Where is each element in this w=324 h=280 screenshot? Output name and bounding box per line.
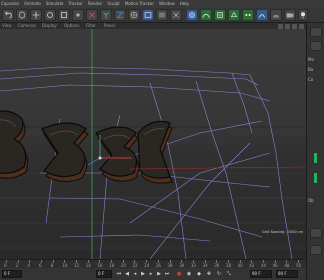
viewport-header: View Cameras Display Options Filter Pane… [0, 23, 306, 29]
rotation-key-icon[interactable]: ↻ [216, 271, 222, 277]
panel-tab-ba[interactable]: Ba [308, 67, 313, 72]
menu-simulate[interactable]: Simulate [46, 0, 64, 8]
floor-icon[interactable] [270, 9, 282, 21]
render-view-icon[interactable] [142, 9, 154, 21]
menu-render[interactable]: Render [88, 0, 102, 8]
position-key-icon[interactable]: ✥ [206, 271, 212, 277]
transport-bar: 0 F 0 F ⏮ ◀ ◂ ▶ ▸ ▶ ⏭ ● ◉ ◆ ✥ ↻ ⤡ 90 F 9… [0, 268, 306, 280]
play-icon[interactable]: ▶ [140, 271, 146, 277]
z-axis-icon[interactable] [114, 9, 126, 21]
light-icon[interactable] [298, 9, 308, 21]
keyframe-icon[interactable]: ◆ [196, 271, 202, 277]
right-manager-panel: Mo Ba Co Ob [306, 23, 324, 280]
menu-tracker[interactable]: Tracker [69, 0, 83, 8]
goto-end-icon[interactable]: ⏭ [164, 271, 170, 277]
end-frame-field[interactable]: 90 F [250, 270, 272, 278]
spline-pen-icon[interactable] [200, 9, 212, 21]
vp-menu-options[interactable]: Options [64, 23, 79, 29]
next-frame-icon[interactable]: ▸ [148, 271, 154, 277]
current-frame-field[interactable]: 0 F [96, 270, 112, 278]
menu-animate[interactable]: Animate [24, 0, 41, 8]
cube-icon[interactable] [16, 9, 28, 21]
panel-lock-icon[interactable] [310, 228, 322, 238]
menu-bar: Capsules Animate Simulate Tracker Render… [0, 0, 324, 8]
viewport-nav-icons [278, 23, 304, 29]
scale-icon[interactable] [58, 9, 70, 21]
menu-sculpt[interactable]: Sculpt [107, 0, 120, 8]
undo-icon[interactable] [2, 9, 14, 21]
timeline-ruler[interactable]: 0 2 4 6 8 10 12 14 16 18 20 22 24 26 28 30 32 34 36 38 40 42 4… [0, 259, 306, 268]
panel-object-icon[interactable] [310, 41, 322, 51]
record-icon[interactable]: ● [176, 271, 182, 277]
panel-settings-icon[interactable] [310, 245, 322, 255]
move-icon[interactable] [30, 9, 42, 21]
vp-menu-panel[interactable]: Panel [104, 23, 115, 29]
render-settings-icon[interactable] [170, 9, 182, 21]
panel-active-indicator-2 [314, 173, 317, 183]
main-toolbar [0, 8, 324, 23]
extrude-icon[interactable] [228, 9, 240, 21]
scale-key-icon[interactable]: ⤡ [226, 271, 232, 277]
end-frame-field-2[interactable]: 90 F [276, 270, 298, 278]
vp-menu-cameras[interactable]: Cameras [18, 23, 36, 29]
prev-key-icon[interactable]: ◀ [124, 271, 130, 277]
primitive-cube-icon[interactable] [186, 9, 198, 21]
vp-menu-filter[interactable]: Filter [86, 23, 96, 29]
prev-frame-icon[interactable]: ◂ [132, 271, 138, 277]
x-axis-icon[interactable] [86, 9, 98, 21]
viewport-scene[interactable] [0, 23, 306, 259]
cinema4d-window: Capsules Animate Simulate Tracker Render… [0, 0, 324, 280]
subdivision-icon[interactable] [214, 9, 226, 21]
array-icon[interactable] [242, 9, 254, 21]
vp-menu-display[interactable]: Display [42, 23, 57, 29]
camera-icon[interactable] [284, 9, 296, 21]
panel-tab-co[interactable]: Co [308, 77, 313, 82]
deformer-icon[interactable] [256, 9, 268, 21]
next-key-icon[interactable]: ▶ [156, 271, 162, 277]
world-coord-icon[interactable] [128, 9, 140, 21]
panel-tab-mo[interactable]: Mo [308, 57, 314, 62]
goto-start-icon[interactable]: ⏮ [116, 271, 122, 277]
panel-active-indicator [314, 153, 317, 163]
menu-window[interactable]: Window [159, 0, 175, 8]
zoom-icon[interactable] [285, 23, 290, 29]
rotate-icon[interactable] [44, 9, 56, 21]
render-icon[interactable] [156, 9, 168, 21]
orbit-icon[interactable] [292, 23, 297, 29]
menu-capsules[interactable]: Capsules [1, 0, 19, 8]
maximize-icon[interactable] [299, 23, 304, 29]
pan-icon[interactable] [278, 23, 283, 29]
start-frame-field[interactable]: 0 F [2, 270, 22, 278]
grid-spacing-label: Grid Spacing : 1000 cm [262, 230, 304, 234]
y-axis-icon[interactable] [100, 9, 112, 21]
panel-tab-ob[interactable]: Ob [308, 198, 314, 203]
menu-motion-tracker[interactable]: Motion Tracker [125, 0, 154, 8]
panel-layout-icon[interactable] [310, 27, 322, 37]
vp-menu-view[interactable]: View [2, 23, 12, 29]
object-mode-icon[interactable] [72, 9, 84, 21]
menu-help[interactable]: Help [180, 0, 189, 8]
autokey-icon[interactable]: ◉ [186, 271, 192, 277]
3d-viewport[interactable]: View Cameras Display Options Filter Pane… [0, 23, 306, 259]
